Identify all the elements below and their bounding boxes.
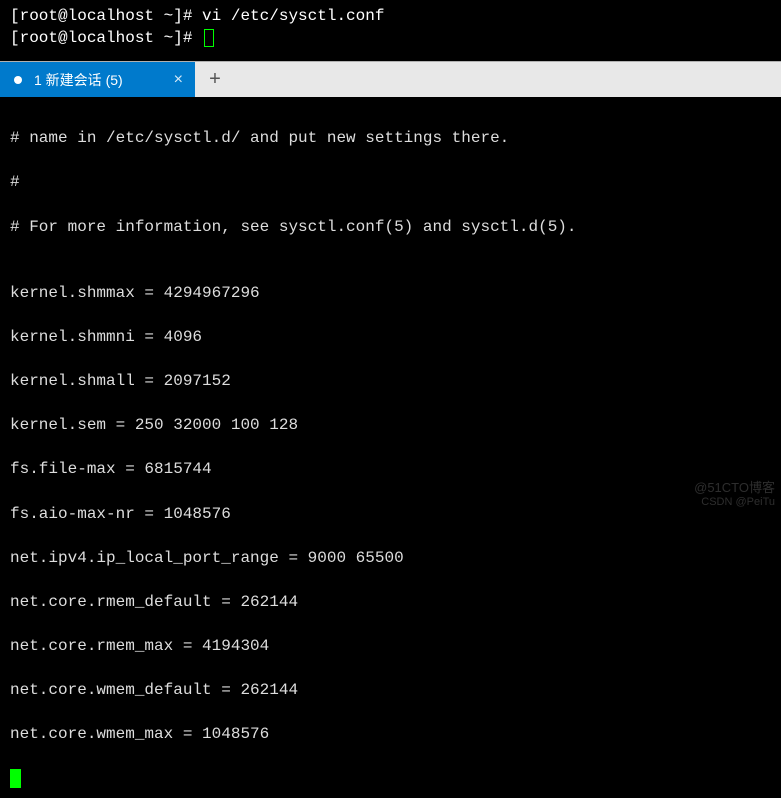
sysctl-entry: net.core.wmem_default = 262144 xyxy=(10,679,771,701)
sysctl-entry: kernel.shmall = 2097152 xyxy=(10,370,771,392)
tab-label: 1 新建会话 (5) xyxy=(34,70,158,90)
prompt-line-1: [root@localhost ~]# vi /etc/sysctl.conf xyxy=(10,6,771,28)
config-comment: # name in /etc/sysctl.d/ and put new set… xyxy=(10,127,771,149)
config-comment: # xyxy=(10,171,771,193)
shell-prompt: [root@localhost ~]# xyxy=(10,29,202,47)
sysctl-entry: net.core.rmem_max = 4194304 xyxy=(10,635,771,657)
sysctl-entry: fs.file-max = 6815744 xyxy=(10,458,771,480)
sysctl-entry: net.ipv4.ip_local_port_range = 9000 6550… xyxy=(10,547,771,569)
add-tab-button[interactable]: + xyxy=(195,62,235,97)
sysctl-entry: fs.aio-max-nr = 1048576 xyxy=(10,503,771,525)
close-icon[interactable]: × xyxy=(166,71,191,89)
terminal-upper-pane[interactable]: [root@localhost ~]# vi /etc/sysctl.conf … xyxy=(0,0,781,61)
shell-prompt: [root@localhost ~]# xyxy=(10,7,202,25)
terminal-editor-pane[interactable]: # name in /etc/sysctl.d/ and put new set… xyxy=(0,97,781,797)
sysctl-entry: kernel.shmmax = 4294967296 xyxy=(10,282,771,304)
sysctl-entry: kernel.shmmni = 4096 xyxy=(10,326,771,348)
sysctl-entry: net.core.rmem_default = 262144 xyxy=(10,591,771,613)
active-indicator-dot-icon xyxy=(14,76,22,84)
command-text: vi /etc/sysctl.conf xyxy=(202,7,384,25)
sysctl-entry: net.core.wmem_max = 1048576 xyxy=(10,723,771,745)
session-tab-active[interactable]: 1 新建会话 (5) × xyxy=(0,62,195,97)
tab-bar: 1 新建会话 (5) × + xyxy=(0,61,781,97)
plus-icon: + xyxy=(209,68,221,91)
cursor-icon xyxy=(204,29,214,47)
sysctl-entry: kernel.sem = 250 32000 100 128 xyxy=(10,414,771,436)
prompt-line-2: [root@localhost ~]# xyxy=(10,28,771,50)
config-comment: # For more information, see sysctl.conf(… xyxy=(10,216,771,238)
cursor-icon xyxy=(10,769,21,788)
